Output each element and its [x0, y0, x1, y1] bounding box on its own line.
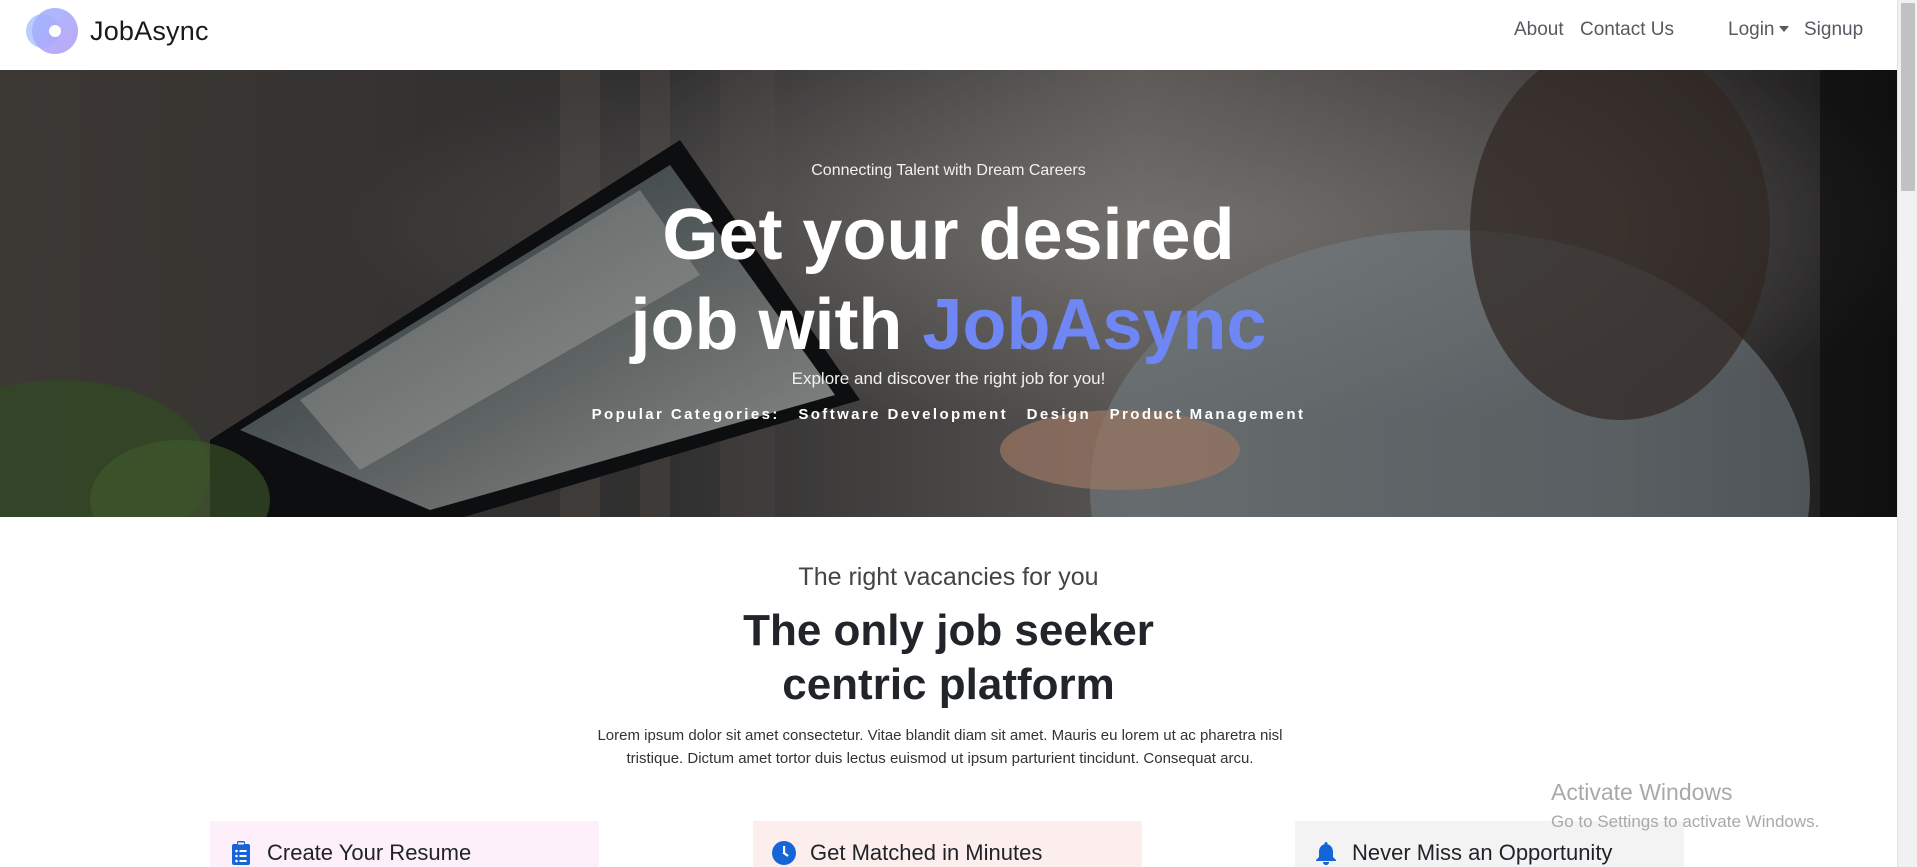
popular-categories: Popular Categories: Software Development…: [0, 406, 1897, 423]
nav-login-dropdown[interactable]: Login: [1728, 19, 1789, 41]
section-kicker: The right vacancies for you: [798, 563, 1099, 591]
nav-about[interactable]: About: [1514, 19, 1564, 41]
brand-name: JobAsync: [90, 15, 209, 46]
hero-title-line1: Get your desired: [662, 195, 1235, 275]
nav-login-label: Login: [1728, 19, 1775, 40]
hero-banner: Connecting Talent with Dream Careers Get…: [0, 70, 1897, 517]
clipboard-list-icon: [229, 841, 253, 865]
hero-subtitle: Explore and discover the right job for y…: [791, 369, 1106, 388]
category-software-development[interactable]: Software Development: [798, 406, 1008, 423]
brand-link[interactable]: JobAsync: [24, 7, 209, 55]
hero-title-accent: JobAsync: [922, 285, 1267, 365]
feature-card-label: Get Matched in Minutes: [810, 840, 1043, 865]
feature-card-label: Never Miss an Opportunity: [1352, 840, 1613, 865]
top-navbar: JobAsync About Contact Us Login Signup: [0, 0, 1897, 70]
hero-kicker: Connecting Talent with Dream Careers: [811, 162, 1086, 179]
scrollbar-thumb[interactable]: [1901, 3, 1915, 191]
category-design[interactable]: Design: [1027, 406, 1091, 423]
section-title-line2: centric platform: [782, 660, 1115, 709]
category-product-management[interactable]: Product Management: [1110, 406, 1306, 423]
nav-contact-us[interactable]: Contact Us: [1580, 19, 1674, 41]
section-description: Lorem ipsum dolor sit amet consectetur. …: [597, 727, 1283, 767]
nav-signup[interactable]: Signup: [1804, 19, 1863, 41]
feature-card-label: Create Your Resume: [267, 840, 472, 865]
hero-title: Get your desired job with JobAsync: [0, 190, 1897, 370]
popular-categories-label: Popular Categories:: [591, 406, 780, 423]
caret-down-icon: [1778, 26, 1789, 32]
windows-activation-watermark: Activate Windows Go to Settings to activ…: [1551, 779, 1819, 832]
bell-icon: [1314, 841, 1338, 865]
watermark-title: Activate Windows: [1551, 779, 1733, 805]
section-title: The only job seeker centric platform: [0, 604, 1897, 712]
clock-icon: [772, 841, 796, 865]
watermark-subtitle: Go to Settings to activate Windows.: [1551, 812, 1820, 831]
feature-card-create-resume[interactable]: Create Your Resume: [210, 821, 599, 867]
section-title-line1: The only job seeker: [743, 606, 1154, 655]
hero-title-line2-prefix: job with: [630, 285, 903, 365]
feature-card-get-matched[interactable]: Get Matched in Minutes: [753, 821, 1142, 867]
page-scrollbar[interactable]: [1897, 0, 1917, 867]
jobasync-logo-icon: [24, 7, 78, 55]
